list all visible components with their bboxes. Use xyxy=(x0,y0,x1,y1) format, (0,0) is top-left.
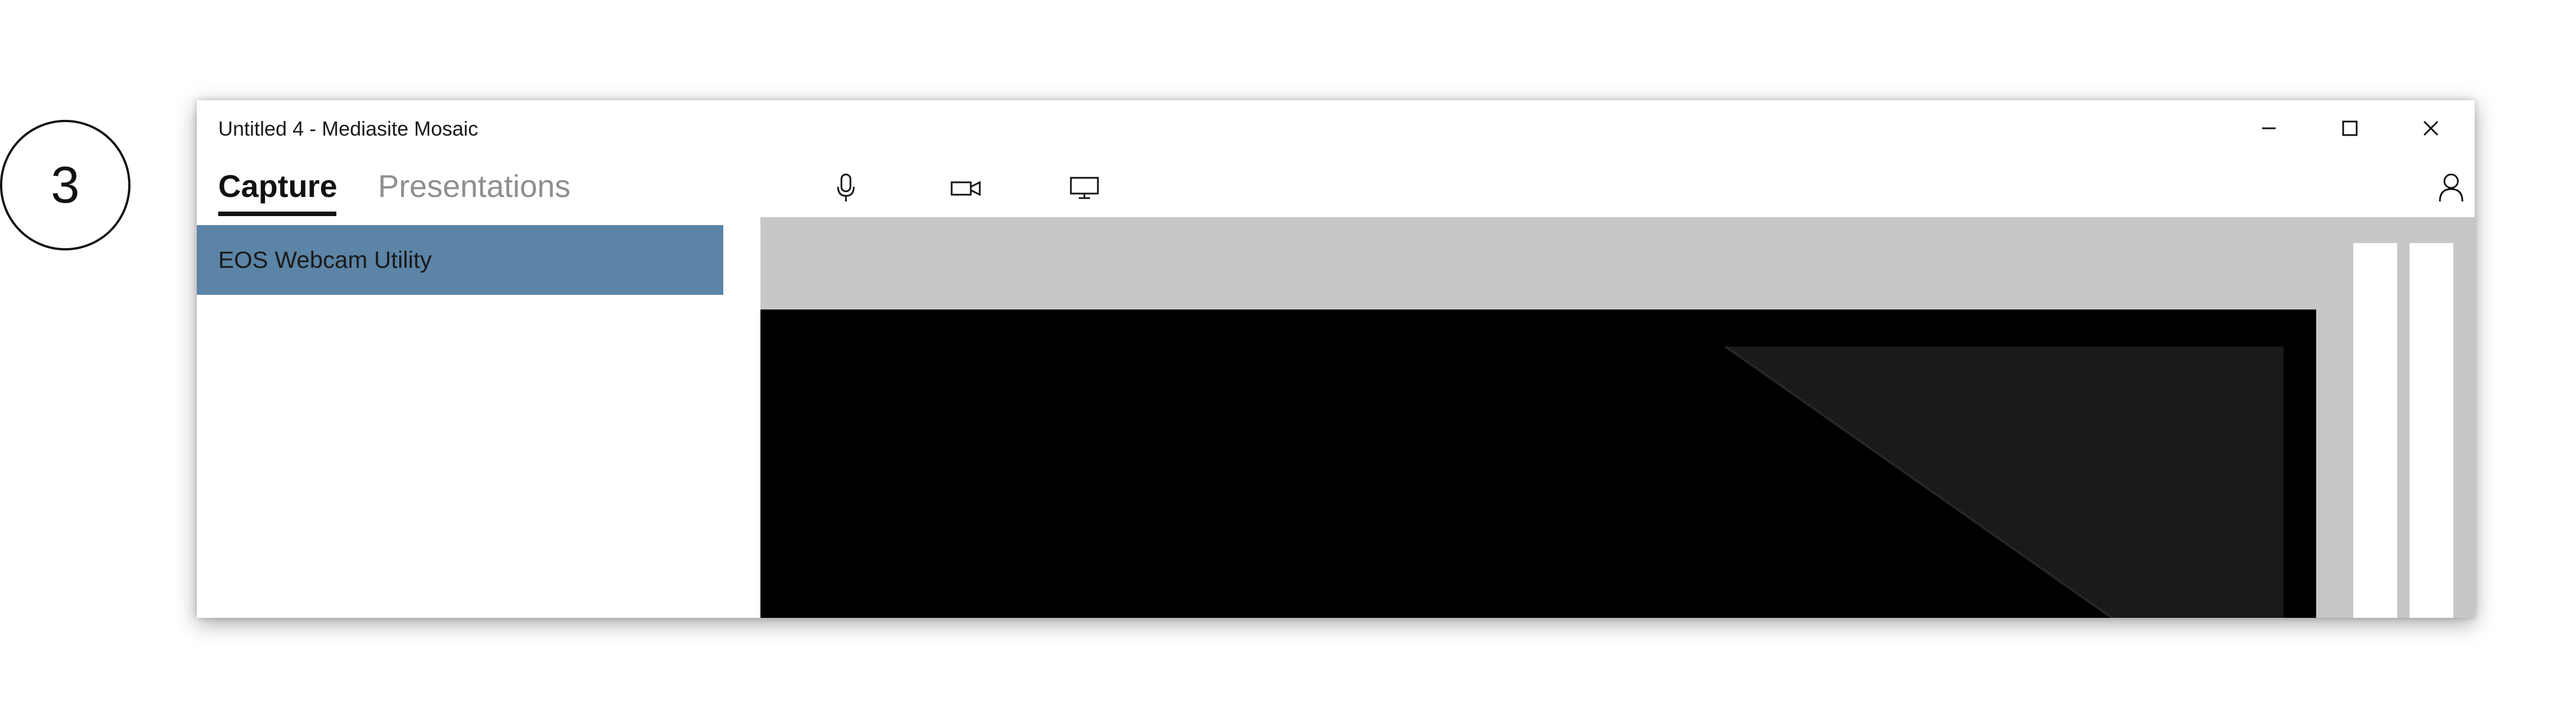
source-list-item[interactable]: EOS Webcam Utility xyxy=(197,225,723,295)
minimize-icon xyxy=(2262,127,2276,129)
monitor-icon xyxy=(1070,177,1099,199)
step-number: 3 xyxy=(51,156,80,214)
tab-capture[interactable]: Capture xyxy=(218,162,337,209)
preview-area xyxy=(760,217,2475,618)
tab-capture-underline xyxy=(218,212,336,216)
app-window: Untitled 4 - Mediasite Mosaic Capture Pr… xyxy=(197,100,2475,618)
minimize-button[interactable] xyxy=(2242,110,2296,146)
step-number-badge: 3 xyxy=(0,120,130,250)
maximize-icon xyxy=(2342,120,2358,136)
source-item-label: EOS Webcam Utility xyxy=(218,246,432,273)
microphone-icon xyxy=(837,173,855,201)
tab-presentations[interactable]: Presentations xyxy=(378,162,570,209)
window-title: Untitled 4 - Mediasite Mosaic xyxy=(218,117,479,140)
layout-slot-1[interactable] xyxy=(2353,243,2397,618)
user-icon[interactable] xyxy=(2434,170,2468,204)
close-icon xyxy=(2423,120,2439,136)
source-list-panel: EOS Webcam Utility xyxy=(197,217,760,618)
video-reflection xyxy=(1724,345,2284,618)
screen-button[interactable] xyxy=(1066,170,1102,206)
camera-button[interactable] xyxy=(948,170,984,206)
close-button[interactable] xyxy=(2404,110,2458,146)
camera-icon xyxy=(951,181,981,196)
user-icon xyxy=(2439,173,2464,202)
screenshot-stage: 3 Untitled 4 - Mediasite Mosaic Capture … xyxy=(0,0,2576,718)
layout-slot-2[interactable] xyxy=(2410,243,2453,618)
video-preview xyxy=(760,309,2316,618)
main-navigation: Capture Presentations xyxy=(197,156,2475,273)
maximize-button[interactable] xyxy=(2323,110,2377,146)
title-bar: Untitled 4 - Mediasite Mosaic xyxy=(197,100,2475,156)
microphone-button[interactable] xyxy=(828,170,864,206)
